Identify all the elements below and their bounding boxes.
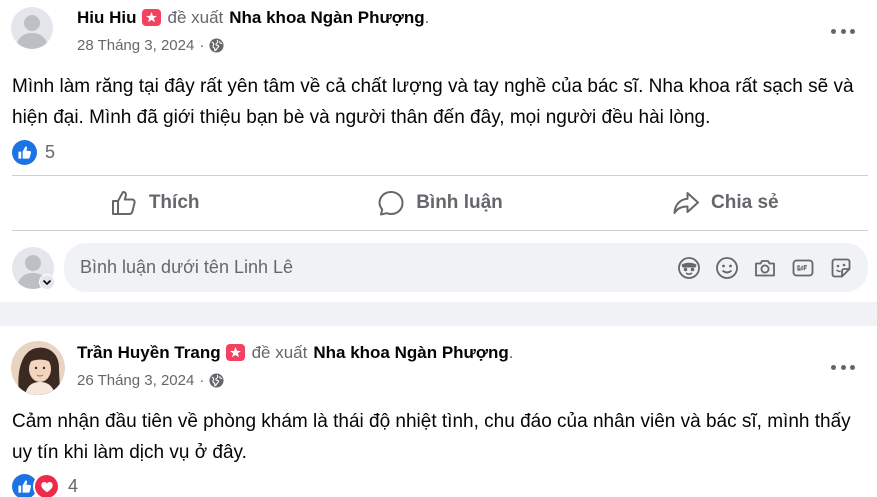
emoji-icon[interactable] xyxy=(714,255,740,281)
share-icon xyxy=(673,192,700,214)
reaction-summary[interactable]: 4 xyxy=(12,473,78,497)
header-period: . xyxy=(508,342,514,362)
post-date[interactable]: 28 Tháng 3, 2024 xyxy=(77,37,194,54)
recommend-verb: đề xuất xyxy=(167,7,224,27)
header-period: . xyxy=(424,7,430,27)
comment-tools xyxy=(664,255,854,281)
author-name[interactable]: Hiu Hiu xyxy=(77,8,137,28)
more-options-icon[interactable] xyxy=(831,27,855,35)
comment-button[interactable]: Bình luận xyxy=(297,176,582,230)
comment-icon xyxy=(378,191,404,216)
post-text: Cảm nhận đầu tiên về phòng khám là thái … xyxy=(12,411,851,463)
more-options-icon[interactable] xyxy=(831,363,855,371)
gif-icon[interactable] xyxy=(790,255,816,281)
comment-placeholder: Bình luận dưới tên Linh Lê xyxy=(80,257,294,277)
avatar-sticker-icon[interactable] xyxy=(676,255,702,281)
love-reaction-icon xyxy=(33,473,60,497)
comment-label: Bình luận xyxy=(416,192,503,213)
avatar[interactable] xyxy=(11,7,53,49)
post-text: Mình làm răng tại đây rất yên tâm về cả … xyxy=(12,76,854,128)
post-date[interactable]: 26 Tháng 3, 2024 xyxy=(77,372,194,389)
sticker-icon[interactable] xyxy=(828,255,854,281)
avatar[interactable] xyxy=(11,341,65,395)
share-label: Chia sẻ xyxy=(711,192,779,213)
post-meta: 26 Tháng 3, 2024 · xyxy=(77,372,224,389)
like-icon xyxy=(111,191,136,215)
action-bar: Thích Bình luận Chia sẻ xyxy=(12,176,868,230)
divider xyxy=(12,230,868,231)
post-header: Trần Huyền Trang đề xuất Nha khoa Ngàn P… xyxy=(77,342,513,363)
globe-icon[interactable] xyxy=(209,373,224,388)
like-button[interactable]: Thích xyxy=(12,176,297,230)
like-reaction-icon xyxy=(12,140,37,165)
post-card: Hiu Hiu đề xuất Nha khoa Ngàn Phượng . 2… xyxy=(0,0,877,302)
globe-icon[interactable] xyxy=(209,38,224,53)
star-badge-icon xyxy=(225,342,246,363)
post-header: Hiu Hiu đề xuất Nha khoa Ngàn Phượng . xyxy=(77,7,429,28)
reaction-count: 5 xyxy=(45,142,56,162)
camera-icon[interactable] xyxy=(752,255,778,281)
recommend-verb: đề xuất xyxy=(251,342,308,362)
like-label: Thích xyxy=(148,192,200,213)
page-name-link[interactable]: Nha khoa Ngàn Phượng xyxy=(313,343,508,363)
meta-separator: · xyxy=(199,372,205,389)
share-button[interactable]: Chia sẻ xyxy=(583,176,868,230)
post-card: Trần Huyền Trang đề xuất Nha khoa Ngàn P… xyxy=(0,326,877,497)
author-name[interactable]: Trần Huyền Trang xyxy=(77,343,221,363)
comment-input[interactable]: Bình luận dưới tên Linh Lê xyxy=(64,243,868,292)
post-meta: 28 Tháng 3, 2024 · xyxy=(77,37,224,54)
star-badge-icon xyxy=(141,7,162,28)
page-name-link[interactable]: Nha khoa Ngàn Phượng xyxy=(229,8,424,28)
reaction-summary[interactable]: 5 xyxy=(12,140,55,165)
reaction-count: 4 xyxy=(68,476,79,496)
meta-separator: · xyxy=(199,37,205,54)
current-user-avatar[interactable] xyxy=(12,247,55,290)
